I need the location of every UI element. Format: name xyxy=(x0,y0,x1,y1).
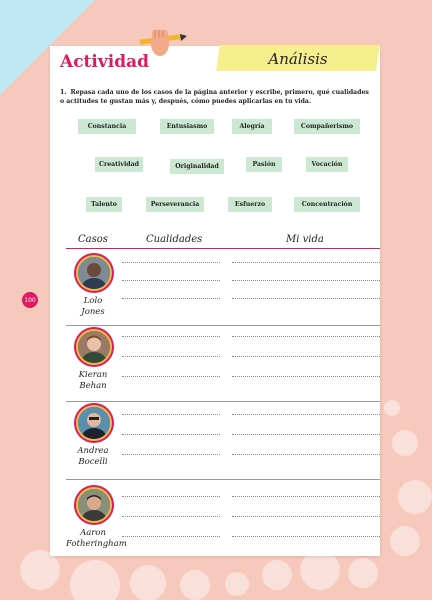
quality-chip: Pasión xyxy=(246,157,282,172)
answer-line[interactable] xyxy=(122,536,220,537)
answer-line[interactable] xyxy=(232,496,380,497)
answer-line[interactable] xyxy=(232,376,380,377)
avatar xyxy=(76,255,112,291)
page-number: 100 xyxy=(22,292,38,308)
case-name-line1: Aaron xyxy=(80,528,106,538)
answer-line[interactable] xyxy=(232,280,380,281)
answer-line[interactable] xyxy=(122,434,220,435)
quality-chip: Creatividad xyxy=(95,157,143,172)
answer-line[interactable] xyxy=(232,336,380,337)
case-name: Kieran Behan xyxy=(66,370,120,392)
analysis-label: Análisis xyxy=(268,50,328,68)
case-row-andrea-bocelli: Andrea Bocelli xyxy=(66,402,380,480)
quality-chip: Vocación xyxy=(306,157,348,172)
answer-line[interactable] xyxy=(122,298,220,299)
answer-line[interactable] xyxy=(122,280,220,281)
answer-line[interactable] xyxy=(122,414,220,415)
header-rule xyxy=(66,248,380,249)
answer-line[interactable] xyxy=(232,536,380,537)
answer-line[interactable] xyxy=(232,516,380,517)
case-name: Lolo Jones xyxy=(66,296,120,318)
hand-pencil-icon xyxy=(138,26,188,62)
answer-line[interactable] xyxy=(232,414,380,415)
quality-chip: Perseverancia xyxy=(146,197,204,212)
case-name-line1: Andrea xyxy=(77,446,109,456)
answer-line[interactable] xyxy=(122,336,220,337)
quality-chip: Alegría xyxy=(232,119,272,134)
avatar xyxy=(76,405,112,441)
instruction-number: 1. xyxy=(60,89,67,96)
quality-chip: Concentración xyxy=(294,197,360,212)
case-name-line2: Fotheringham xyxy=(66,539,127,549)
quality-chip: Entusiasmo xyxy=(160,119,214,134)
activity-title: Actividad xyxy=(60,52,149,72)
answer-line[interactable] xyxy=(122,516,220,517)
avatar xyxy=(76,329,112,365)
answer-line[interactable] xyxy=(232,298,380,299)
quality-chip: Talento xyxy=(86,197,122,212)
case-name-line1: Lolo xyxy=(83,296,103,306)
case-name-line2: Bocelli xyxy=(78,457,108,467)
answer-line[interactable] xyxy=(122,496,220,497)
quality-chip: Esfuerzo xyxy=(228,197,272,212)
header-mi-vida: Mi vida xyxy=(286,234,324,245)
answer-line[interactable] xyxy=(122,356,220,357)
avatar xyxy=(76,487,112,523)
case-row-aaron-fotheringham: Aaron Fotheringham xyxy=(66,484,380,556)
answer-line[interactable] xyxy=(232,262,380,263)
header-casos: Casos xyxy=(78,234,108,245)
case-name: Aaron Fotheringham xyxy=(66,528,127,550)
answer-line[interactable] xyxy=(122,376,220,377)
instruction-text: 1. Repasa cada uno de los casos de la pág… xyxy=(60,88,372,106)
case-name-line1: Kieran xyxy=(78,370,108,380)
case-name: Andrea Bocelli xyxy=(66,446,120,468)
answer-line[interactable] xyxy=(232,434,380,435)
header-cualidades: Cualidades xyxy=(146,234,203,245)
answer-line[interactable] xyxy=(232,356,380,357)
answer-line[interactable] xyxy=(232,454,380,455)
answer-line[interactable] xyxy=(122,454,220,455)
quality-chip: Originalidad xyxy=(170,159,224,174)
case-row-lolo-jones: Lolo Jones xyxy=(66,252,380,326)
quality-chip: Constancia xyxy=(78,119,136,134)
instruction-body: Repasa cada uno de los casos de la págin… xyxy=(60,89,369,105)
case-name-line2: Behan xyxy=(79,381,107,391)
case-name-line2: Jones xyxy=(81,307,105,317)
case-row-kieran-behan: Kieran Behan xyxy=(66,326,380,402)
activity-card: Análisis Actividad 1. Repasa cada uno de … xyxy=(50,30,380,556)
row-separator xyxy=(66,479,380,480)
quality-chip: Compañerismo xyxy=(294,119,360,134)
answer-line[interactable] xyxy=(122,262,220,263)
